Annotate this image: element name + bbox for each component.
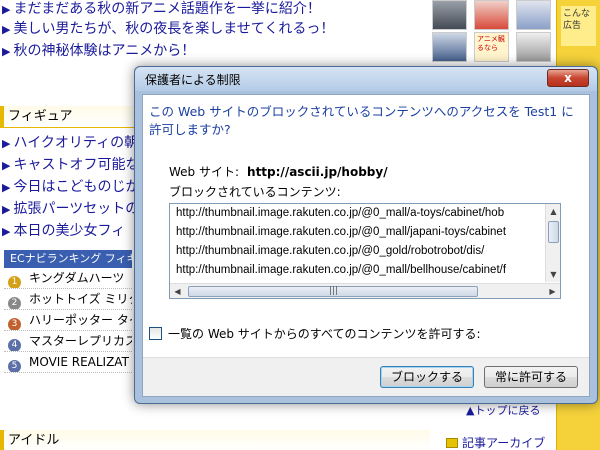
list-item[interactable]: http://thumbnail.image.rakuten.co.jp/@0_…: [170, 261, 546, 280]
website-row: Web サイト: http://ascii.jp/hobby/: [169, 163, 388, 180]
idol-section-header: アイドル: [0, 430, 430, 450]
scroll-down-icon[interactable]: ▼: [546, 267, 560, 282]
ranking-item-5[interactable]: 5 MOVIE REALIZAT: [4, 352, 132, 373]
triangle-bullet-icon: ▶: [2, 225, 11, 238]
archive-link[interactable]: 記事アーカイブ: [446, 434, 545, 450]
ranking-item-4[interactable]: 4 マスターレプリカス: [4, 331, 132, 352]
allow-all-row[interactable]: 一覧の Web サイトからのすべてのコンテンツを許可する:: [149, 325, 481, 342]
dialog-titlebar[interactable]: 保護者による制限 x: [135, 67, 597, 91]
rank-medal-icon: 3: [8, 318, 21, 330]
headline-link-3[interactable]: ▶ 秋の神秘体験はアニメから！: [2, 42, 195, 61]
triangle-bullet-icon: ▶: [2, 3, 11, 16]
grip-icon: |||: [329, 286, 339, 296]
figure-link-3[interactable]: ▶ 今日はこどものじか: [2, 178, 139, 197]
list-item[interactable]: http://thumbnail.image.rakuten.co.jp/@0_…: [170, 223, 546, 242]
triangle-bullet-icon: ▶: [2, 45, 11, 58]
headline-link-2[interactable]: ▶ 美しい男たちが、秋の夜長を楽しませてくれるっ！: [2, 20, 334, 39]
thumbnail-ad[interactable]: アニメ観るなら: [474, 32, 509, 62]
blocked-content-list[interactable]: http://thumbnail.image.rakuten.co.jp/@0_…: [169, 203, 561, 299]
triangle-bullet-icon: ▶: [2, 23, 11, 36]
scroll-left-icon[interactable]: ◀: [170, 284, 185, 298]
dialog-prompt: この Web サイトのブロックされているコンテンツへのアクセスを Test1 に…: [149, 104, 574, 137]
ranking-item-3[interactable]: 3 ハリーポッター タイ: [4, 310, 132, 331]
thumbnail-image[interactable]: [432, 0, 467, 30]
always-allow-button[interactable]: 常に許可する: [484, 366, 578, 388]
back-to-top-link[interactable]: ▲トップに戻る: [466, 402, 540, 418]
blocked-content-label: ブロックされているコンテンツ:: [169, 185, 341, 199]
horizontal-scrollbar[interactable]: ◀ ||| ▶: [170, 283, 560, 298]
horizontal-scroll-thumb[interactable]: |||: [188, 286, 478, 297]
rank-medal-icon: 2: [8, 297, 21, 309]
thumbnail-image[interactable]: [516, 32, 551, 62]
triangle-bullet-icon: ▶: [2, 203, 11, 216]
figure-link-2[interactable]: ▶ キャストオフ可能な: [2, 156, 139, 175]
list-items: http://thumbnail.image.rakuten.co.jp/@0_…: [170, 204, 546, 282]
scroll-up-icon[interactable]: ▲: [546, 204, 560, 219]
rank-number-icon: 4: [8, 339, 21, 351]
list-item[interactable]: http://thumbnail.image.rakuten.co.jp/@0_…: [170, 242, 546, 261]
rank-medal-icon: 1: [8, 276, 21, 288]
triangle-bullet-icon: ▶: [2, 137, 11, 150]
triangle-bullet-icon: ▶: [2, 159, 11, 172]
ranking-item-1[interactable]: 1 キングダムハーツ: [4, 268, 132, 289]
website-label: Web サイト:: [169, 165, 240, 179]
side-ad-banner[interactable]: こんな広告: [561, 6, 596, 46]
allow-all-checkbox[interactable]: [149, 327, 162, 340]
vertical-scroll-thumb[interactable]: [548, 221, 559, 243]
dialog-content: この Web サイトのブロックされているコンテンツへのアクセスを Test1 に…: [142, 94, 590, 397]
parental-controls-dialog: 保護者による制限 x この Web サイトのブロックされているコンテンツへのアク…: [134, 66, 598, 404]
headline-link-1[interactable]: ▶ まだまだある秋の新アニメ話題作を一挙に紹介！: [2, 0, 321, 19]
folder-icon: [446, 438, 458, 448]
close-icon: x: [564, 71, 572, 85]
figure-link-4[interactable]: ▶ 拡張パーツセットの: [2, 200, 139, 219]
block-button[interactable]: ブロックする: [380, 366, 474, 388]
thumbnail-image[interactable]: [474, 0, 509, 30]
ranking-box: ECナビランキング フィギ 1キングダムハーツ 2ホットトイズ ミリタリ 3ハリ…: [4, 250, 132, 390]
triangle-bullet-icon: ▶: [2, 181, 11, 194]
dialog-button-bar: ブロックする 常に許可する: [143, 357, 589, 396]
ranking-title: ECナビランキング フィギ: [4, 250, 132, 268]
thumbnail-grid: アニメ観るなら: [430, 0, 555, 70]
vertical-scrollbar[interactable]: ▲ ▼: [545, 204, 560, 282]
allow-all-label: 一覧の Web サイトからのすべてのコンテンツを許可する:: [168, 327, 481, 341]
list-item[interactable]: http://thumbnail.image.rakuten.co.jp/@0_…: [170, 204, 546, 223]
figure-link-5[interactable]: ▶ 本日の美少女フィ: [2, 222, 125, 241]
website-url: http://ascii.jp/hobby/: [247, 165, 388, 179]
thumbnail-image[interactable]: [432, 32, 467, 62]
close-button[interactable]: x: [547, 69, 589, 87]
ranking-item-2[interactable]: 2ホットトイズ ミリタリ: [4, 289, 132, 310]
thumbnail-image[interactable]: [516, 0, 551, 30]
figure-link-1[interactable]: ▶ ハイクオリティの朝: [2, 134, 138, 153]
dialog-title: 保護者による制限: [145, 73, 241, 87]
rank-number-icon: 5: [8, 360, 21, 372]
scroll-right-icon[interactable]: ▶: [545, 284, 560, 298]
